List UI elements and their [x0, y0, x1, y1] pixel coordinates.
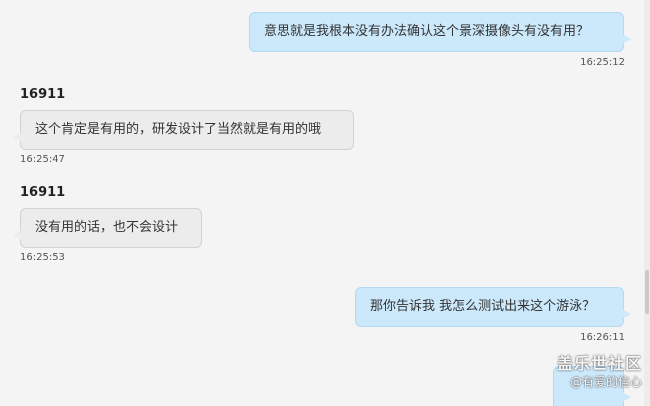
message-text: 没有用的话，也不会设计: [35, 220, 179, 235]
outgoing-message-bubble-partial[interactable]: [553, 366, 631, 406]
chat-window: 意思就是我根本没有办法确认这个景深摄像头有没有用？ 16:25:12 16911…: [0, 0, 650, 406]
sender-name: 16911: [20, 185, 66, 200]
incoming-message-bubble[interactable]: 没有用的话，也不会设计: [13, 208, 202, 248]
message-text: 这个肯定是有用的，研发设计了当然就是有用的哦: [35, 122, 322, 137]
sender-name: 16911: [20, 87, 66, 102]
message-timestamp: 16:25:47: [20, 154, 65, 165]
scrollbar-thumb[interactable]: [645, 270, 649, 314]
incoming-message-bubble[interactable]: 这个肯定是有用的，研发设计了当然就是有用的哦: [13, 110, 354, 150]
message-timestamp: 16:25:12: [580, 57, 625, 68]
outgoing-message-bubble[interactable]: 那你告诉我 我怎么测试出来这个游泳？: [355, 287, 631, 327]
scrollbar-track[interactable]: [644, 0, 650, 406]
outgoing-message-bubble[interactable]: 意思就是我根本没有办法确认这个景深摄像头有没有用？: [249, 12, 631, 52]
message-timestamp: 16:26:11: [580, 332, 625, 343]
message-text: 意思就是我根本没有办法确认这个景深摄像头有没有用？: [264, 24, 590, 39]
message-timestamp: 16:25:53: [20, 252, 65, 263]
message-text: 那你告诉我 我怎么测试出来这个游泳？: [370, 299, 596, 314]
